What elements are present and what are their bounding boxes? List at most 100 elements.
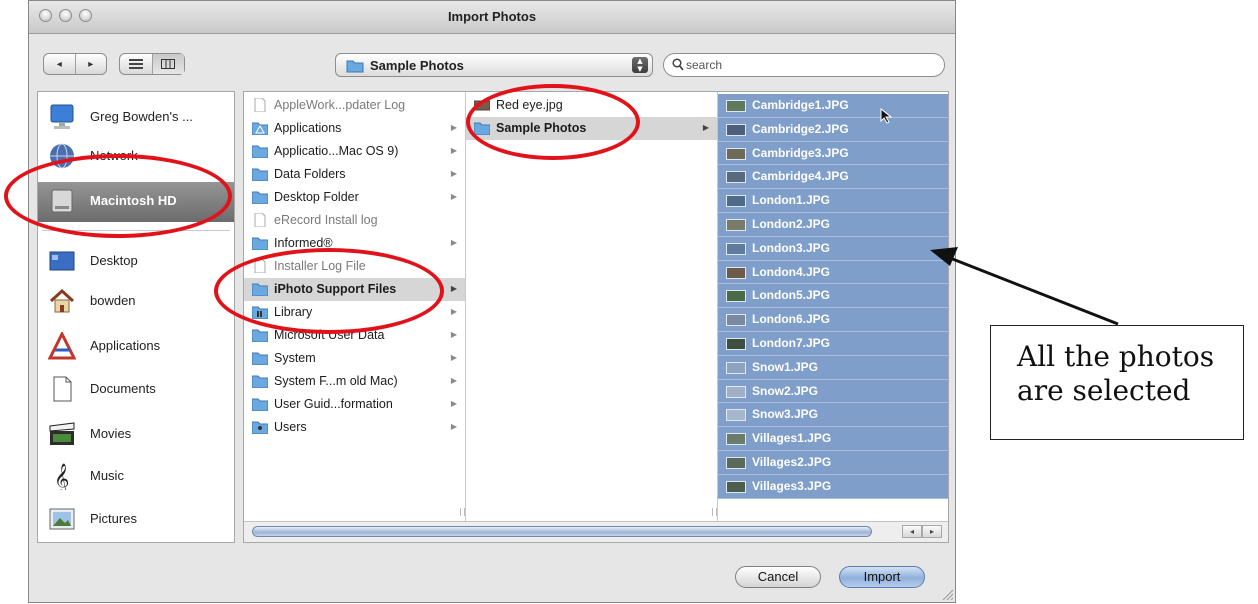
photo-list-item[interactable]: London6.JPG <box>718 308 948 332</box>
photo-filename: Cambridge3.JPG <box>752 145 849 160</box>
photo-filename: London5.JPG <box>752 288 830 303</box>
photo-thumbnail-icon <box>726 338 746 350</box>
list-item-label: Users <box>274 420 307 434</box>
sidebar-item-movies[interactable]: Movies <box>38 415 234 453</box>
search-input[interactable] <box>686 56 926 74</box>
photo-list-item[interactable]: Villages3.JPG <box>718 474 948 499</box>
photo-filename: Snow3.JPG <box>752 407 819 422</box>
title-bar[interactable]: Import Photos <box>29 1 955 34</box>
photo-thumbnail-icon <box>726 123 746 136</box>
photo-list-item[interactable]: London3.JPG <box>718 236 948 261</box>
annotation-callout: All the photos are selected <box>990 325 1244 440</box>
photo-list-item[interactable]: Villages1.JPG <box>718 427 948 451</box>
list-item[interactable]: Users ▶ <box>244 416 465 439</box>
list-item-label: Microsoft User Data <box>274 328 385 342</box>
horizontal-scrollbar[interactable]: ◂ ▸ <box>244 521 948 542</box>
photo-list-item[interactable]: Cambridge4.JPG <box>718 165 948 190</box>
history-nav: ◂ ▸ <box>43 53 107 75</box>
sidebar-item-desktop[interactable]: Desktop <box>38 242 234 280</box>
column-resize-handle[interactable] <box>712 508 717 516</box>
chevron-right-icon: ▶ <box>450 422 457 431</box>
list-item-selected[interactable]: iPhoto Support Files ▶ <box>244 278 465 301</box>
list-view-icon <box>128 59 143 69</box>
column-resize-handle[interactable] <box>460 508 465 516</box>
callout-line-1: All the photos <box>1017 340 1215 373</box>
location-popup[interactable]: Sample Photos ▲ ▼ <box>335 53 653 77</box>
import-button[interactable]: Import <box>839 566 925 588</box>
list-item[interactable]: Microsoft User Data ▶ <box>244 324 465 347</box>
photo-list-item[interactable]: London1.JPG <box>718 189 948 213</box>
movies-icon <box>49 422 75 445</box>
photo-list-item[interactable]: Snow2.JPG <box>718 379 948 404</box>
list-item-selected[interactable]: Sample Photos ▶ <box>466 117 717 140</box>
photo-list-item[interactable]: Cambridge2.JPG <box>718 117 948 142</box>
photo-list-item[interactable]: London5.JPG <box>718 284 948 309</box>
back-button[interactable]: ◂ <box>44 54 75 74</box>
photo-list-item[interactable]: London7.JPG <box>718 332 948 356</box>
sidebar-item-network[interactable]: Network <box>38 137 234 175</box>
sidebar-item-documents[interactable]: Documents <box>38 370 234 408</box>
photo-filename: Cambridge1.JPG <box>752 98 849 112</box>
browser-column-iphoto-support-files: Red eye.jpg Sample Photos ▶ <box>466 92 718 522</box>
folder-icon <box>474 122 490 135</box>
resize-grip-icon[interactable] <box>941 588 953 600</box>
list-item[interactable]: AppleWork...pdater Log <box>244 94 465 117</box>
folder-icon <box>252 283 268 296</box>
list-item[interactable]: Desktop Folder ▶ <box>244 186 465 209</box>
list-item[interactable]: Informed® ▶ <box>244 232 465 255</box>
list-item[interactable]: Red eye.jpg <box>466 94 717 117</box>
list-item-label: Desktop Folder <box>274 190 359 204</box>
photo-thumbnail-icon <box>726 266 746 279</box>
forward-button[interactable]: ▸ <box>74 54 107 74</box>
photo-list-item[interactable]: Cambridge1.JPG <box>718 94 948 118</box>
popup-arrows-icon: ▲ ▼ <box>632 57 648 73</box>
list-item[interactable]: Library ▶ <box>244 301 465 324</box>
photo-thumbnail-icon <box>726 195 746 208</box>
scroll-right-button[interactable]: ▸ <box>922 525 942 538</box>
sidebar-item-applications[interactable]: Applications <box>38 327 234 365</box>
column-view-button[interactable] <box>151 54 184 74</box>
photo-list-item[interactable]: Cambridge3.JPG <box>718 141 948 166</box>
scroll-left-button[interactable]: ◂ <box>902 525 922 538</box>
sidebar-item-label: Music <box>90 468 124 483</box>
chevron-right-icon: ▶ <box>450 307 457 316</box>
cancel-button[interactable]: Cancel <box>735 566 821 588</box>
photo-list-item[interactable]: London2.JPG <box>718 213 948 237</box>
photo-filename: Snow2.JPG <box>752 383 819 398</box>
sidebar-item-music[interactable]: 𝄞 Music <box>38 457 234 495</box>
photo-filename: London7.JPG <box>752 336 830 350</box>
document-file-icon <box>254 259 266 273</box>
list-item[interactable]: eRecord Install log <box>244 209 465 232</box>
photo-filename: London2.JPG <box>752 217 830 231</box>
list-item[interactable]: System ▶ <box>244 347 465 370</box>
photo-thumbnail-icon <box>726 171 746 184</box>
sidebar-item-pictures[interactable]: Pictures <box>38 500 234 538</box>
sidebar-item-macintosh-hd[interactable]: Macintosh HD <box>38 182 234 222</box>
browser-column-sample-photos: Cambridge1.JPG Cambridge2.JPG Cambridge3.J… <box>718 92 948 522</box>
photo-filename: Villages2.JPG <box>752 455 832 469</box>
list-item[interactable]: Applicatio...Mac OS 9) ▶ <box>244 140 465 163</box>
sidebar-item-computer[interactable]: Greg Bowden's ... <box>38 98 234 136</box>
photo-list-item[interactable]: Snow1.JPG <box>718 355 948 380</box>
photo-list-item[interactable]: London4.JPG <box>718 260 948 285</box>
list-item[interactable]: System F...m old Mac) ▶ <box>244 370 465 393</box>
sidebar-item-home[interactable]: bowden <box>38 282 234 320</box>
location-popup-label: Sample Photos <box>370 58 464 73</box>
list-item[interactable]: Data Folders ▶ <box>244 163 465 186</box>
list-item-label: System F...m old Mac) <box>274 374 398 388</box>
photo-list-item[interactable]: Villages2.JPG <box>718 451 948 475</box>
sidebar: Greg Bowden's ... Network Macintosh HD D… <box>37 91 235 543</box>
sidebar-item-label: Greg Bowden's ... <box>90 109 193 124</box>
list-item-label: Red eye.jpg <box>496 98 563 112</box>
photo-list-item[interactable]: Snow3.JPG <box>718 403 948 428</box>
list-item[interactable]: Installer Log File <box>244 255 465 278</box>
photo-thumbnail-icon <box>726 100 746 112</box>
list-item[interactable]: User Guid...formation ▶ <box>244 393 465 416</box>
list-item[interactable]: Applications ▶ <box>244 117 465 140</box>
photo-filename: Villages3.JPG <box>752 478 832 493</box>
scrollbar-thumb[interactable] <box>252 526 872 537</box>
chevron-right-icon: ▶ <box>450 238 457 247</box>
photo-filename: London3.JPG <box>752 240 830 255</box>
list-view-button[interactable] <box>120 54 152 74</box>
list-item-label: Data Folders <box>274 167 346 181</box>
